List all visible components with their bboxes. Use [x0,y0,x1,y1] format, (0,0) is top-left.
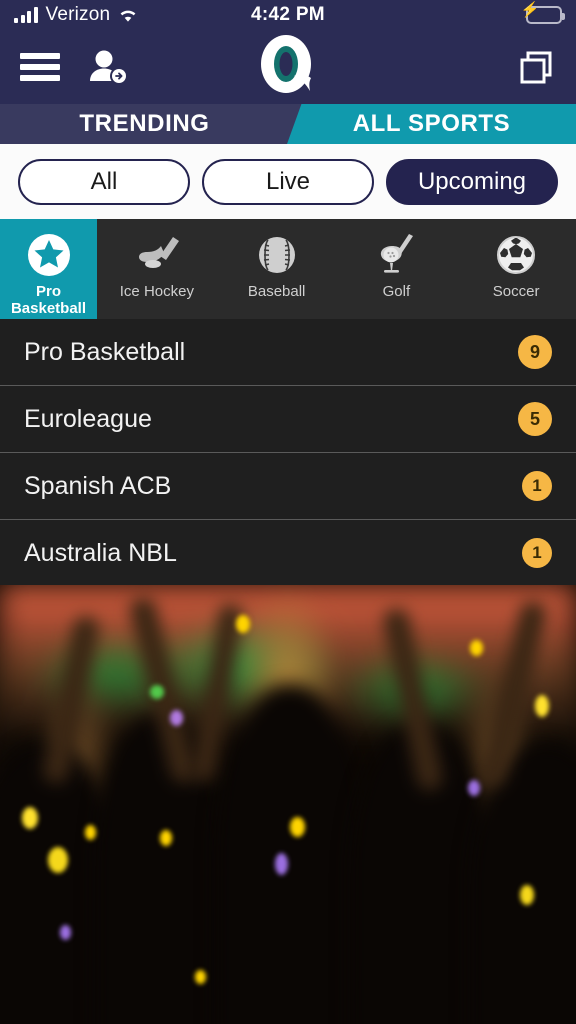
status-badge: 5 [518,402,552,436]
tab-trending-label: TRENDING [79,110,210,137]
baseball-icon [255,231,299,279]
wifi-icon [118,8,138,23]
status-badge: 1 [522,471,552,501]
nav-bar: Q [0,30,576,104]
tab-all-sports-label: ALL SPORTS [352,110,511,137]
sport-tab-pro-basketball[interactable]: Pro Basketball [0,219,97,319]
app-screen: Verizon 4:42 PM ⚡ TRENDING ALL SPORTS Al… [0,0,576,1024]
sport-tab-ice-hockey[interactable]: Ice Hockey [97,219,217,319]
table-row[interactable]: Euroleague 5 [0,386,576,453]
hockey-stick-puck-icon [131,231,183,279]
league-name: Spanish ACB [24,471,172,500]
carrier-label: Verizon [45,4,111,25]
table-row[interactable]: Spanish ACB 1 [0,453,576,520]
user-login-icon[interactable] [86,47,132,87]
tab-all-sports[interactable]: ALL SPORTS [287,104,576,144]
crowd-celebration-photo [0,585,576,1024]
sport-tab-golf[interactable]: Golf [337,219,457,319]
sport-tab-soccer[interactable]: Soccer [456,219,576,319]
league-name: Pro Basketball [24,337,186,366]
table-row[interactable]: Australia NBL 1 [0,520,576,587]
sport-tab-golf-label: Golf [382,283,411,300]
status-bar-right: ⚡ [521,3,565,24]
status-badge: 9 [518,335,552,369]
golf-club-ball-icon [371,231,421,279]
copy-windows-icon[interactable] [516,47,556,87]
hamburger-menu-icon[interactable] [20,53,60,81]
sport-tab-soccer-label: Soccer [492,283,540,300]
soccer-ball-icon [494,231,538,279]
battery-charging-icon: ⚡ [521,3,565,24]
status-bar-left: Verizon [14,4,138,26]
sports-strip: Pro Basketball Ice Hockey Baseball Golf … [0,219,576,319]
filter-upcoming-label: Upcoming [417,167,527,195]
sport-tab-baseball-label: Baseball [247,283,306,300]
filter-all-label: All [90,167,118,195]
filter-live-label: Live [265,167,311,195]
status-badge: 1 [522,538,552,568]
league-name: Australia NBL [24,538,177,567]
tab-trending[interactable]: TRENDING [0,104,289,144]
table-row[interactable]: Pro Basketball 9 [0,319,576,386]
league-list: Pro Basketball 9 Euroleague 5 Spanish AC… [0,319,576,587]
app-logo: Q [248,32,328,102]
filter-all-button[interactable]: All [18,158,190,205]
top-tab-bar: TRENDING ALL SPORTS [0,104,576,144]
sport-tab-baseball[interactable]: Baseball [217,219,337,319]
signal-bars-icon [14,7,38,23]
filter-live-button[interactable]: Live [202,158,374,205]
filter-upcoming-button[interactable]: Upcoming [386,158,558,205]
status-bar: Verizon 4:42 PM ⚡ [0,0,576,30]
sport-tab-ice-hockey-label: Ice Hockey [119,283,194,300]
league-name: Euroleague [24,404,152,433]
sport-tab-pro-basketball-label: Pro Basketball [10,283,87,318]
star-badge-icon [27,231,71,279]
filter-bar: All Live Upcoming [0,144,576,219]
